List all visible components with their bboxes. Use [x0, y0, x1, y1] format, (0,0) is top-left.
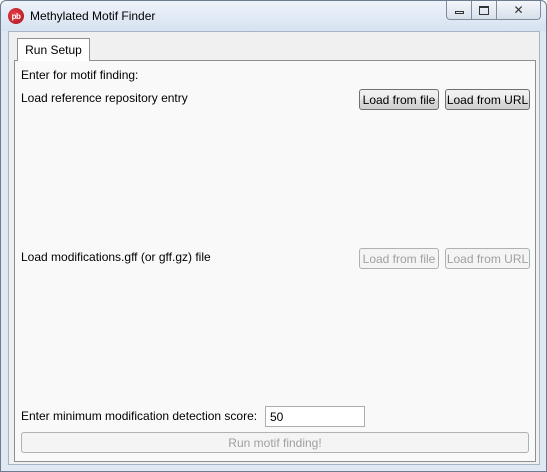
modifications-load-file-button[interactable]: Load from file [359, 248, 439, 269]
close-icon: ✕ [513, 3, 524, 17]
maximize-icon [479, 5, 489, 15]
window-title: Methylated Motif Finder [30, 9, 156, 23]
reference-load-url-button[interactable]: Load from URL [445, 89, 530, 110]
modifications-label: Load modifications.gff (or gff.gz) file [21, 250, 211, 264]
minimize-icon [454, 10, 464, 14]
run-setup-panel: Enter for motif finding: Load reference … [14, 60, 536, 462]
run-motif-finding-button[interactable]: Run motif finding! [21, 432, 529, 453]
modifications-load-url-button[interactable]: Load from URL [445, 248, 530, 269]
window-controls: ✕ [446, 1, 541, 21]
client-area: Run Setup Enter for motif finding: Load … [8, 31, 540, 465]
reference-load-file-button[interactable]: Load from file [359, 89, 439, 110]
reference-label: Load reference repository entry [21, 91, 188, 105]
maximize-button[interactable] [472, 1, 497, 20]
intro-label: Enter for motif finding: [21, 68, 139, 82]
tab-run-setup[interactable]: Run Setup [17, 38, 90, 61]
minimize-button[interactable] [446, 1, 472, 20]
min-score-input[interactable] [265, 406, 365, 427]
min-score-label: Enter minimum modification detection sco… [21, 409, 258, 423]
app-window: pb Methylated Motif Finder ✕ Run Setup E… [0, 0, 547, 472]
app-logo-icon: pb [8, 8, 24, 24]
title-bar[interactable]: pb Methylated Motif Finder ✕ [1, 1, 546, 31]
close-button[interactable]: ✕ [497, 1, 541, 20]
